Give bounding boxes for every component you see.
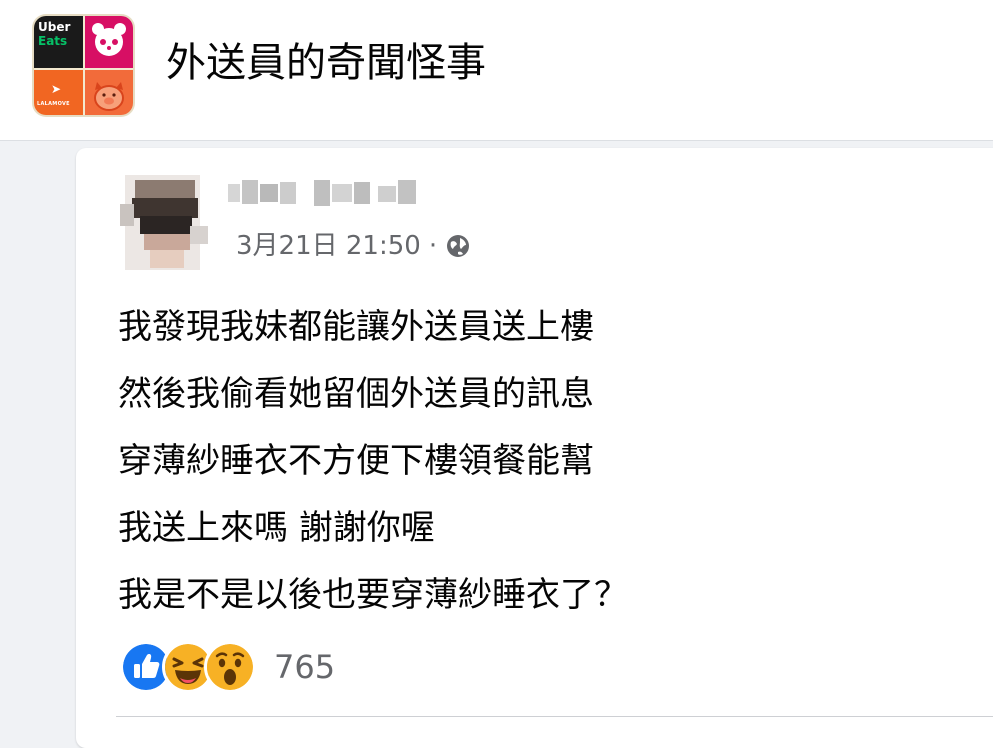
globe-icon[interactable] — [445, 233, 471, 259]
post-meta: 3月21日 21:50 · — [236, 229, 471, 263]
panda-icon — [91, 23, 126, 56]
post-text-line: 我發現我妹都能讓外送員送上樓 — [118, 307, 594, 347]
post-text-line: 我是不是以後也要穿薄紗睡衣了？ — [118, 575, 628, 615]
wow-icon — [204, 641, 256, 693]
lalamove-logo-tile: ➤ LALAMOVE — [34, 70, 83, 115]
lalamove-arrow-icon: ➤ — [51, 82, 62, 96]
lalamove-logo-text: LALAMOVE — [37, 101, 70, 107]
post-text: 我發現我妹都能讓外送員送上樓 然後我偷看她留個外送員的訊息 穿薄紗睡衣不方便下樓… — [118, 294, 938, 629]
reaction-count[interactable]: 765 — [274, 648, 335, 686]
group-header: Uber Eats ➤ LALAMOVE 外送員的奇聞怪事 — [0, 0, 993, 141]
pig-icon — [93, 82, 124, 111]
foodpanda-logo-tile — [84, 16, 133, 68]
uber-eats-logo-text-line1: Uber — [38, 20, 71, 34]
post-timestamp[interactable]: 3月21日 21:50 — [236, 229, 421, 263]
uber-eats-logo-tile: Uber Eats — [34, 16, 83, 68]
reaction-summary[interactable]: 765 — [120, 641, 335, 693]
group-title[interactable]: 外送員的奇聞怪事 — [166, 37, 486, 89]
group-logo[interactable]: Uber Eats ➤ LALAMOVE — [34, 16, 133, 115]
author-name-blurred[interactable] — [228, 176, 420, 220]
uber-eats-logo-text-line2: Eats — [38, 34, 68, 48]
pig-logo-tile — [84, 70, 133, 115]
post-divider — [116, 716, 993, 717]
post-text-line: 穿薄紗睡衣不方便下樓領餐能幫 — [118, 441, 594, 481]
meta-separator: · — [428, 231, 438, 261]
post-text-line: 然後我偷看她留個外送員的訊息 — [118, 374, 594, 414]
post-text-line: 我送上來嗎 謝謝你喔 — [118, 508, 435, 548]
author-avatar[interactable] — [110, 170, 215, 275]
